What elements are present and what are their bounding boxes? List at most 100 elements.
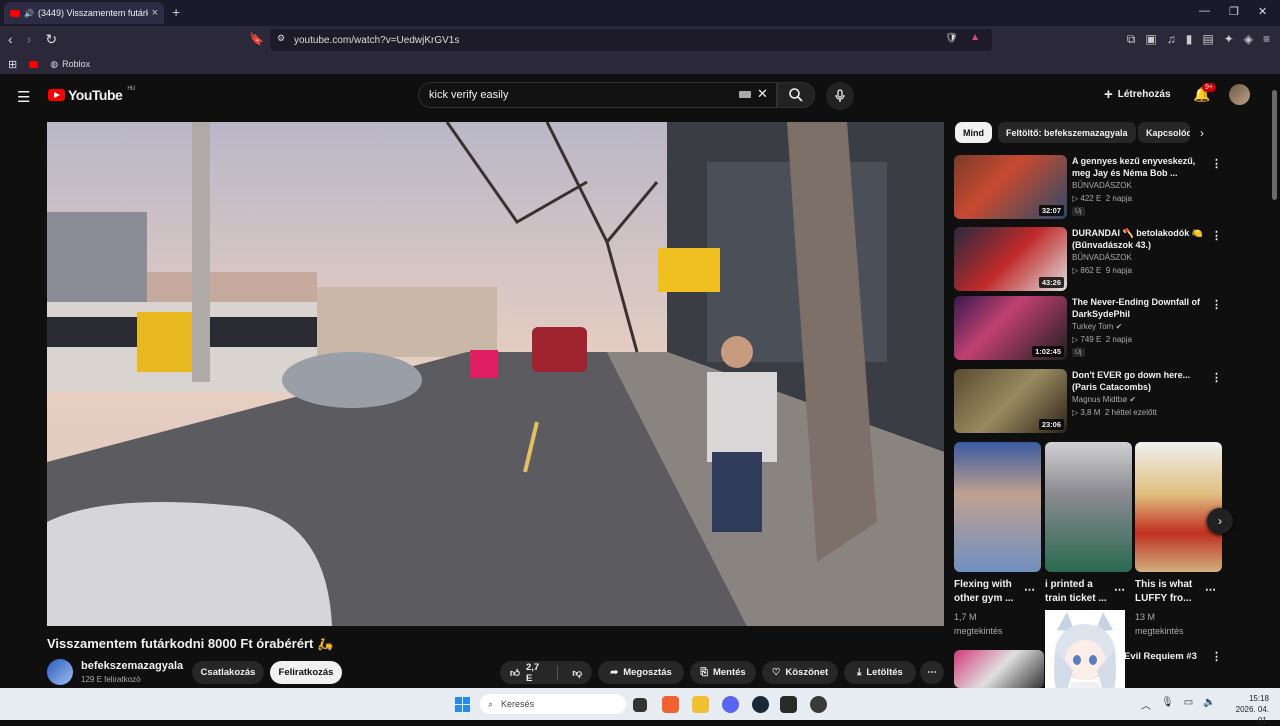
- short-thumbnail[interactable]: [954, 442, 1041, 572]
- restore-icon[interactable]: ❐: [1229, 5, 1239, 18]
- brave-icon[interactable]: [662, 696, 679, 713]
- channel-name[interactable]: befekszemazagyala: [81, 660, 183, 672]
- youtube-logo[interactable]: YouTube HU: [48, 86, 135, 103]
- rec-item[interactable]: 1:02:45 The Never-Ending Downfall of Dar…: [954, 296, 1226, 362]
- keyboard-icon[interactable]: [739, 91, 751, 98]
- rec-thumbnail[interactable]: 1:02:45: [954, 296, 1067, 360]
- chip-all[interactable]: Mind: [955, 122, 992, 143]
- search-input[interactable]: kick verify easily: [418, 82, 777, 108]
- short-title[interactable]: i printed a train ticket ...: [1045, 578, 1113, 606]
- apps-grid-icon[interactable]: ⊞: [8, 58, 17, 71]
- ai-icon[interactable]: ✦: [1224, 32, 1234, 47]
- rec-thumbnail[interactable]: 32:07: [954, 155, 1067, 219]
- subscribe-button[interactable]: Feliratkozás: [270, 661, 342, 684]
- short-more-icon[interactable]: ⋯: [1205, 583, 1216, 596]
- rec-more-icon[interactable]: ⋮: [1211, 157, 1222, 170]
- site-info-icon[interactable]: ⚙: [277, 33, 285, 44]
- like-button[interactable]: 👍︎ 2,7 E: [500, 661, 552, 684]
- video-player[interactable]: [47, 122, 944, 626]
- browser-tab[interactable]: 🔊 (3449) Visszamentem futárko ×: [4, 2, 164, 24]
- network-icon[interactable]: ▭: [1184, 697, 1193, 712]
- more-actions-button[interactable]: ⋯: [920, 661, 944, 684]
- minimize-icon[interactable]: —: [1199, 5, 1210, 17]
- short-title[interactable]: Flexing with other gym ...: [954, 578, 1022, 606]
- short-thumbnail[interactable]: [1045, 442, 1132, 572]
- rec-more-icon[interactable]: ⋮: [1211, 650, 1222, 663]
- windows-taskbar: ⌕ Keresés ︿ 🎙 ▭ 🔈 15:18 2026. 04. 01.: [0, 688, 1280, 725]
- rec-meta: ▷ 422 E 2 napja: [1072, 194, 1132, 203]
- microphone-icon[interactable]: 🎙: [1161, 697, 1174, 712]
- rec-more-icon[interactable]: ⋮: [1211, 298, 1222, 311]
- chevron-right-icon[interactable]: ›: [1200, 126, 1204, 140]
- voice-search-button[interactable]: [826, 82, 854, 110]
- page-scrollbar[interactable]: [1272, 90, 1277, 200]
- rec-more-icon[interactable]: ⋮: [1211, 229, 1222, 242]
- file-explorer-icon[interactable]: [692, 696, 709, 713]
- reader-icon[interactable]: ▣: [1145, 32, 1156, 47]
- rec-item[interactable]: 32:07 A gennyes kezű enyveskezű, meg Jay…: [954, 155, 1226, 221]
- chevron-up-icon[interactable]: ︿: [1141, 697, 1151, 712]
- rec-item[interactable]: 23:06 Don't EVER go down here... (Paris …: [954, 369, 1226, 435]
- windows-start-icon[interactable]: [455, 697, 470, 712]
- menu-icon[interactable]: ≡: [1263, 32, 1270, 47]
- clear-search-icon[interactable]: ✕: [757, 86, 768, 102]
- reload-icon[interactable]: ↻: [45, 31, 57, 48]
- dislike-button[interactable]: 👎︎: [562, 661, 592, 684]
- close-window-icon[interactable]: ✕: [1258, 5, 1267, 18]
- discord-icon[interactable]: [722, 696, 739, 713]
- bookmark-youtube[interactable]: [29, 60, 39, 68]
- forward-icon[interactable]: ›: [27, 31, 32, 48]
- sidebar-icon[interactable]: ▮: [1186, 32, 1193, 47]
- chip-uploader[interactable]: Feltöltő: befekszemazagyala: [998, 122, 1136, 143]
- chip-related[interactable]: Kapcsolódó: [1138, 122, 1190, 143]
- task-view-icon[interactable]: [633, 698, 647, 712]
- music-icon[interactable]: ♫: [1167, 32, 1176, 47]
- search-button[interactable]: [777, 82, 815, 108]
- tab-title: (3449) Visszamentem futárko: [37, 8, 148, 18]
- brave-shield-icon[interactable]: 🛡: [945, 33, 958, 44]
- taskbar-clock[interactable]: 15:18 2026. 04. 01.: [1223, 693, 1269, 726]
- short-more-icon[interactable]: ⋯: [1114, 583, 1125, 596]
- close-tab-icon[interactable]: ×: [152, 7, 158, 19]
- extensions-icon[interactable]: ⧉: [1127, 32, 1136, 47]
- rewards-icon[interactable]: ▲: [970, 32, 980, 43]
- heart-dollar-icon: ♡: [771, 667, 781, 678]
- user-avatar[interactable]: [1229, 84, 1250, 105]
- new-tab-icon[interactable]: +: [172, 4, 180, 20]
- bookmark-page-icon[interactable]: 🔖: [249, 32, 264, 46]
- rec-thumbnail[interactable]: 23:06: [954, 369, 1067, 433]
- save-button[interactable]: ⎘ Mentés: [690, 661, 756, 684]
- subscriber-count: 129 E feliratkozó: [81, 675, 141, 684]
- back-icon[interactable]: ‹: [8, 31, 13, 48]
- hamburger-menu-icon[interactable]: ☰: [17, 88, 30, 106]
- taskbar-search[interactable]: ⌕ Keresés: [480, 694, 626, 714]
- short-title[interactable]: This is what LUFFY fro...: [1135, 578, 1203, 606]
- rec-more-icon[interactable]: ⋮: [1211, 371, 1222, 384]
- app-icon[interactable]: [780, 696, 797, 713]
- rec-thumbnail[interactable]: 43:26: [954, 227, 1067, 291]
- subscribe-label: Feliratkozás: [278, 667, 334, 678]
- rec-item[interactable]: 43:26 DURANDAI 🪓 betolakodók 🍋 (Bűnvadás…: [954, 227, 1226, 293]
- channel-avatar[interactable]: [47, 659, 73, 685]
- speaker-icon[interactable]: 🔊: [24, 9, 34, 18]
- download-button[interactable]: ⤓ Letöltés: [844, 661, 916, 684]
- download-arrow-icon: ⤓: [857, 667, 862, 678]
- short-thumbnail[interactable]: [1135, 442, 1222, 572]
- thanks-button[interactable]: ♡ Köszönet: [762, 661, 838, 684]
- bookmark-roblox[interactable]: ◍ Roblox: [50, 59, 90, 70]
- share-button[interactable]: ➦ Megosztás: [598, 661, 684, 684]
- steam-icon[interactable]: [752, 696, 769, 713]
- rec-thumbnail[interactable]: [954, 650, 1044, 688]
- notification-badge: 9+: [1202, 83, 1216, 92]
- wallet-icon[interactable]: ▤: [1202, 32, 1213, 47]
- app-icon[interactable]: [810, 696, 827, 713]
- short-views: 13 M megtekintés: [1135, 610, 1184, 638]
- short-more-icon[interactable]: ⋯: [1024, 583, 1035, 596]
- shorts-next-button[interactable]: ›: [1207, 508, 1233, 534]
- create-button[interactable]: + Létrehozás: [1104, 86, 1171, 103]
- volume-icon[interactable]: 🔈: [1203, 697, 1215, 712]
- url-field[interactable]: ⚙ youtube.com/watch?v=UedwjKrGV1s 🛡 ▲: [270, 29, 992, 51]
- rec-meta: ▷ 862 E 9 napja: [1072, 266, 1132, 275]
- vpn-icon[interactable]: ◈: [1244, 32, 1253, 47]
- join-button[interactable]: Csatlakozás: [192, 661, 264, 684]
